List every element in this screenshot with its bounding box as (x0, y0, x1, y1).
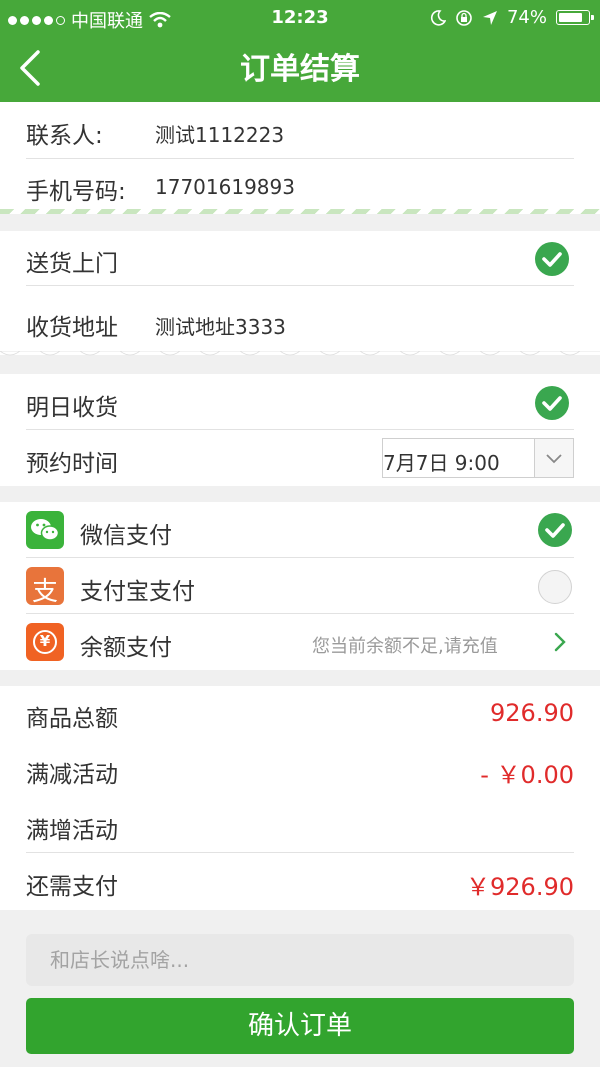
payment-section: 微信支付 支 支付宝支付 ¥ 余额支付 您当前余额不足,请充值 (0, 502, 600, 670)
appointment-time-select[interactable]: 7月7日 9:00 (382, 438, 574, 478)
balance-glyph: ¥ (39, 632, 51, 650)
total-value: 926.90 (490, 699, 574, 727)
divider (26, 285, 574, 286)
delivery-section: 送货上门 收货地址 测试地址3333 (0, 231, 600, 355)
divider (26, 429, 574, 430)
alipay-label: 支付宝支付 (80, 579, 195, 605)
note-input[interactable] (26, 934, 574, 986)
note-box (26, 934, 574, 986)
rotation-lock-icon (456, 9, 472, 26)
status-right: 74% (430, 7, 594, 28)
divider (26, 158, 574, 159)
discount-label: 满减活动 (26, 762, 118, 788)
status-bar: 中国联通 12:23 74% (0, 0, 600, 36)
decorative-stripe (0, 209, 600, 214)
address-label: 收货地址 (26, 315, 118, 341)
contact-section: 联系人: 测试1112223 手机号码: 17701619893 (0, 102, 600, 214)
total-label: 商品总额 (26, 706, 118, 732)
balance-pay-label: 余额支付 (80, 635, 172, 661)
alipay-icon: 支 (26, 567, 64, 607)
door-delivery-label: 送货上门 (26, 251, 118, 277)
app-header: 中国联通 12:23 74% 订单结算 (0, 0, 600, 102)
alipay-glyph: 支 (31, 577, 58, 607)
summary-section: 商品总额 926.90 满减活动 - ￥0.00 满增活动 还需支付 ￥926.… (0, 686, 600, 910)
alipay-radio[interactable] (538, 570, 572, 604)
wechat-pay-label: 微信支付 (80, 523, 172, 549)
wechat-pay-check-icon[interactable] (538, 513, 572, 547)
location-icon (482, 10, 497, 25)
moon-icon (430, 9, 446, 26)
contact-name-value: 测试1112223 (155, 123, 285, 147)
divider (26, 613, 574, 614)
wechat-pay-icon (26, 511, 64, 549)
confirm-order-button[interactable]: 确认订单 (26, 998, 574, 1054)
page-title: 订单结算 (240, 52, 360, 87)
chevron-down-icon (546, 454, 562, 464)
battery-percent: 74% (506, 7, 547, 28)
chevron-right-icon[interactable] (552, 631, 568, 653)
decorative-wave-edge (0, 351, 600, 356)
dropdown-button[interactable] (534, 439, 573, 477)
appointment-time-value: 7月7日 9:00 (383, 451, 500, 475)
amount-due-value: ￥926.90 (466, 873, 574, 901)
contact-phone-label: 手机号码: (26, 179, 126, 205)
contact-phone-value: 17701619893 (155, 175, 295, 199)
gift-activity-label: 满增活动 (26, 818, 118, 844)
balance-pay-icon: ¥ (26, 623, 64, 661)
amount-due-label: 还需支付 (26, 874, 118, 900)
battery-icon (556, 10, 594, 25)
divider (26, 557, 574, 558)
balance-hint[interactable]: 您当前余额不足,请充值 (312, 632, 498, 658)
divider (26, 852, 574, 853)
discount-value: - ￥0.00 (480, 761, 574, 789)
address-value[interactable]: 测试地址3333 (155, 311, 286, 340)
tomorrow-receive-check-icon[interactable] (535, 386, 569, 420)
door-delivery-check-icon[interactable] (535, 242, 569, 276)
appointment-time-label: 预约时间 (26, 451, 118, 477)
tomorrow-receive-label: 明日收货 (26, 395, 118, 421)
contact-name-label: 联系人: (26, 123, 103, 149)
